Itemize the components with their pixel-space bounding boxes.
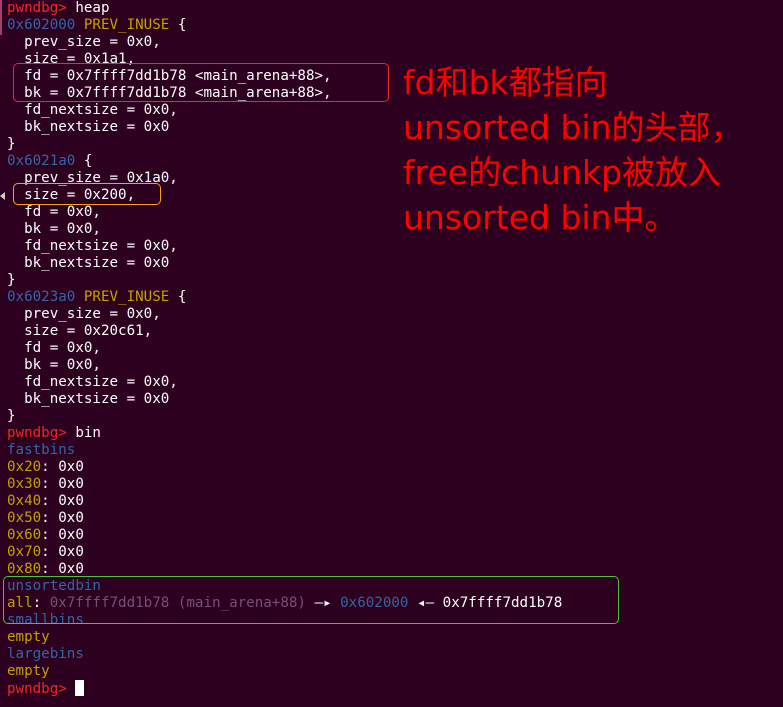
fd-bk-highlight-box	[13, 63, 389, 102]
fastbin-row: 0x50: 0x0	[7, 510, 84, 526]
prompt: pwndbg>	[7, 0, 67, 16]
chunk-field: bk_nextsize = 0x0	[7, 391, 170, 407]
heap-command-line: pwndbg> heap	[7, 0, 110, 17]
chunk-field: bk_nextsize = 0x0	[7, 255, 170, 271]
annotation-text: fd和bk都指向 unsorted bin的头部， free的chunkp被放入…	[403, 63, 744, 237]
chunk-address: 0x6023a0	[7, 289, 76, 305]
prompt: pwndbg>	[7, 425, 67, 441]
command-text: heap	[66, 0, 110, 16]
unsortedbin-highlight-box	[3, 576, 619, 624]
chunk-field: bk = 0x0,	[7, 357, 101, 373]
chunk-address: 0x6021a0	[7, 153, 76, 169]
chunk-field: fd = 0x0,	[7, 204, 101, 220]
cursor	[75, 680, 85, 696]
chunk-field: prev_size = 0x0,	[7, 34, 161, 50]
chunk-field: fd = 0x0,	[7, 340, 101, 356]
fastbin-row: 0x20: 0x0	[7, 459, 84, 475]
fastbin-row: 0x70: 0x0	[7, 544, 84, 560]
fastbin-row: 0x30: 0x0	[7, 476, 84, 492]
chunk-address: 0x602000	[7, 17, 76, 33]
largebins-value: empty	[7, 663, 50, 679]
chunk-field: bk = 0x0,	[7, 221, 101, 237]
window-edge	[0, 0, 2, 35]
chunk-close: }	[7, 408, 16, 424]
chunk-flag: PREV_INUSE	[83, 17, 170, 33]
chunk-header: 0x602000 PREV_INUSE {	[7, 17, 187, 33]
chunk-close: }	[7, 272, 16, 288]
chunk-close: }	[7, 136, 16, 152]
smallbins-value: empty	[7, 629, 50, 645]
chunk-header: 0x6021a0 {	[7, 153, 93, 169]
chunk-flag: PREV_INUSE	[83, 289, 170, 305]
chunk-field: size = 0x20c61,	[7, 323, 153, 339]
fastbins-title: fastbins	[7, 442, 76, 458]
scroll-marker-icon	[0, 192, 5, 200]
largebins-title: largebins	[7, 646, 84, 662]
fastbin-row: 0x60: 0x0	[7, 527, 84, 543]
command-text: bin	[66, 425, 101, 441]
fastbin-row: 0x40: 0x0	[7, 493, 84, 509]
size-highlight-box	[13, 183, 161, 205]
chunk-field: prev_size = 0x0,	[7, 306, 161, 322]
chunk-field: fd_nextsize = 0x0,	[7, 238, 178, 254]
bin-command-line: pwndbg> bin	[7, 425, 101, 442]
final-prompt-line[interactable]: pwndbg>	[7, 680, 85, 697]
chunk-field: fd_nextsize = 0x0,	[7, 374, 178, 390]
chunk-header: 0x6023a0 PREV_INUSE {	[7, 289, 187, 305]
prompt: pwndbg>	[7, 681, 67, 697]
chunk-field: bk_nextsize = 0x0	[7, 119, 170, 135]
chunk-field: fd_nextsize = 0x0,	[7, 102, 178, 118]
